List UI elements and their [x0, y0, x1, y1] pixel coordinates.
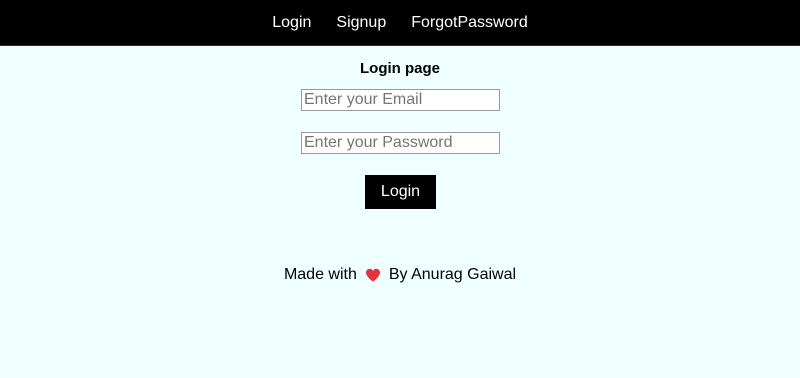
email-field[interactable] [301, 89, 500, 111]
nav-link-forgot-password[interactable]: ForgotPassword [411, 14, 528, 32]
heart-icon [365, 268, 380, 282]
nav-link-signup[interactable]: Signup [336, 14, 386, 32]
nav-link-login[interactable]: Login [272, 14, 311, 32]
footer: Made with By Anurag Gaiwal [0, 266, 800, 284]
footer-author: By Anurag Gaiwal [388, 266, 517, 283]
top-navbar: Login Signup ForgotPassword [0, 0, 800, 46]
footer-made-with: Made with [283, 266, 357, 283]
login-button[interactable]: Login [365, 175, 436, 209]
password-field[interactable] [301, 132, 500, 154]
page-title: Login page [360, 60, 440, 77]
